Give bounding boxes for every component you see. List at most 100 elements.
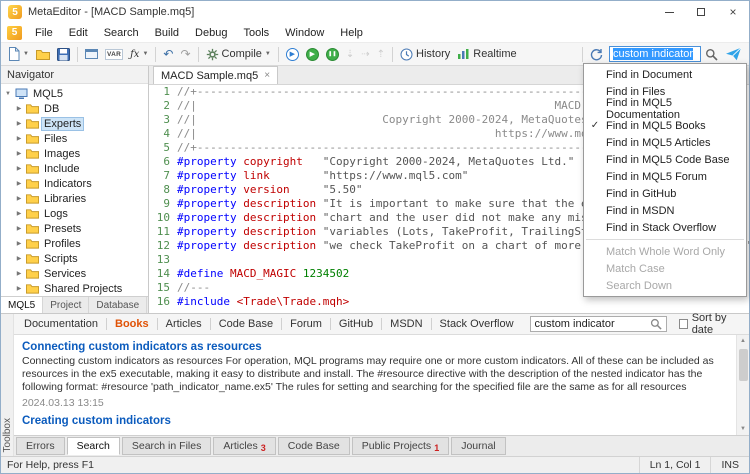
menu-item-find-in-github[interactable]: Find in GitHub	[584, 185, 746, 202]
expand-arrow-icon[interactable]: ▶	[15, 255, 23, 262]
menu-item-match-whole-word-only[interactable]: Match Whole Word Only	[584, 243, 746, 260]
scrollbar-thumb[interactable]	[739, 349, 748, 381]
tree-item-services[interactable]: ▶Services	[1, 266, 148, 281]
toolbox-tab-github[interactable]: GitHub	[333, 316, 379, 332]
expand-arrow-icon[interactable]: ▶	[15, 180, 23, 187]
insert-function-button[interactable]: ƒx ▼	[127, 45, 151, 64]
toolbox-tab-articles[interactable]: Articles	[160, 316, 208, 332]
expand-arrow-icon[interactable]: ▶	[15, 285, 23, 292]
tree-item-presets[interactable]: ▶Presets	[1, 221, 148, 236]
navigator-tab-database[interactable]: Database	[89, 297, 147, 313]
minimize-button[interactable]	[653, 1, 685, 23]
bottom-tab-search[interactable]: Search	[67, 437, 120, 455]
menu-item-find-in-mql5-documentation[interactable]: Find in MQL5 Documentation	[584, 100, 746, 117]
menu-item-find-in-mql5-articles[interactable]: Find in MQL5 Articles	[584, 134, 746, 151]
tree-item-experts[interactable]: ▶Experts	[1, 116, 148, 131]
tree-item-files[interactable]: ▶Files	[1, 131, 148, 146]
mql5-logo-icon[interactable]: 5	[7, 26, 22, 40]
tree-item-libraries[interactable]: ▶Libraries	[1, 191, 148, 206]
toolbox-scrollbar[interactable]: ▲ ▼	[736, 335, 749, 435]
toolbox-tab-books[interactable]: Books	[109, 316, 155, 332]
menu-debug[interactable]: Debug	[187, 23, 235, 43]
maximize-button[interactable]	[685, 1, 717, 23]
toolbar-search-input[interactable]: custom indicator	[609, 46, 701, 62]
menu-item-find-in-mql5-forum[interactable]: Find in MQL5 Forum	[584, 168, 746, 185]
menu-file[interactable]: File	[27, 23, 61, 43]
menu-item-match-case[interactable]: Match Case	[584, 260, 746, 277]
expand-arrow-icon[interactable]: ▶	[15, 225, 23, 232]
redo-button[interactable]: ↷	[177, 45, 193, 64]
bottom-tab-public-projects[interactable]: Public Projects1	[352, 437, 449, 455]
tree-item-profiles[interactable]: ▶Profiles	[1, 236, 148, 251]
debug-start-button[interactable]: ▶	[283, 45, 302, 64]
tree-item-indicators[interactable]: ▶Indicators	[1, 176, 148, 191]
menu-item-find-in-document[interactable]: Find in Document	[584, 66, 746, 83]
menu-search[interactable]: Search	[96, 23, 147, 43]
result-title-link[interactable]: Creating custom indicators	[22, 415, 731, 427]
menu-help[interactable]: Help	[332, 23, 371, 43]
undo-button[interactable]: ↶	[160, 45, 176, 64]
bottom-tab-articles[interactable]: Articles3	[213, 437, 275, 455]
editor-tab-macd-sample[interactable]: MACD Sample.mq5 ×	[153, 66, 278, 84]
toolbox-tab-code-base[interactable]: Code Base	[213, 316, 279, 332]
menu-item-find-in-mql5-code-base[interactable]: Find in MQL5 Code Base	[584, 151, 746, 168]
compile-button[interactable]: Compile ▼	[203, 45, 274, 64]
menu-item-search-down[interactable]: Search Down	[584, 277, 746, 294]
toolbox-tab-forum[interactable]: Forum	[284, 316, 328, 332]
expand-arrow-icon[interactable]: ▶	[15, 105, 23, 112]
step-over-button[interactable]: ⇢	[358, 45, 372, 64]
bottom-tab-journal[interactable]: Journal	[451, 437, 505, 455]
tree-item-db[interactable]: ▶DB	[1, 101, 148, 116]
bottom-tab-errors[interactable]: Errors	[16, 437, 65, 455]
bottom-tab-code-base[interactable]: Code Base	[278, 437, 350, 455]
close-button[interactable]: ×	[717, 1, 749, 23]
expand-arrow-icon[interactable]: ▶	[15, 210, 23, 217]
expand-arrow-icon[interactable]: ▶	[15, 195, 23, 202]
pause-button[interactable]: ❚❚	[323, 45, 342, 64]
toolbox-tab-documentation[interactable]: Documentation	[18, 316, 104, 332]
bottom-tab-search-in-files[interactable]: Search in Files	[122, 437, 211, 455]
save-button[interactable]	[54, 45, 73, 64]
realtime-button[interactable]: Realtime	[454, 45, 519, 64]
step-into-button[interactable]: ⇣	[343, 45, 357, 64]
expand-arrow-icon[interactable]: ▶	[15, 150, 23, 157]
navigator-tab-mql5[interactable]: MQL5	[1, 297, 43, 313]
result-title-link[interactable]: Connecting custom indicators as resource…	[22, 341, 731, 353]
expand-arrow-icon[interactable]: ▶	[15, 270, 23, 277]
history-button[interactable]: History	[397, 45, 453, 64]
tree-item-images[interactable]: ▶Images	[1, 146, 148, 161]
scroll-up-icon[interactable]: ▲	[737, 335, 749, 347]
search-go-button[interactable]	[702, 45, 721, 64]
menu-item-find-in-stack-overflow[interactable]: Find in Stack Overflow	[584, 219, 746, 236]
new-file-button[interactable]: ▼	[5, 45, 32, 64]
tree-item-scripts[interactable]: ▶Scripts	[1, 251, 148, 266]
var-button[interactable]: VAR	[102, 45, 126, 64]
expand-arrow-icon[interactable]: ▶	[15, 240, 23, 247]
tree-item-mql5[interactable]: ▼MQL5	[1, 86, 148, 101]
tree-item-shared-projects[interactable]: ▶Shared Projects	[1, 281, 148, 296]
toolbox-tab-stack-overflow[interactable]: Stack Overflow	[434, 316, 520, 332]
menu-tools[interactable]: Tools	[235, 23, 277, 43]
open-file-button[interactable]	[33, 45, 53, 64]
menu-build[interactable]: Build	[147, 23, 187, 43]
expand-arrow-icon[interactable]: ▶	[15, 120, 23, 127]
code-line[interactable]: 16#include <Trade\Trade.mqh>	[149, 295, 749, 309]
sync-button[interactable]	[587, 45, 606, 64]
menu-edit[interactable]: Edit	[61, 23, 96, 43]
step-out-button[interactable]: ⇡	[374, 45, 388, 64]
menu-window[interactable]: Window	[277, 23, 332, 43]
community-send-button[interactable]	[722, 45, 745, 64]
sort-by-date-checkbox[interactable]: Sort by date	[679, 312, 746, 336]
tree-item-include[interactable]: ▶Include	[1, 161, 148, 176]
tree-item-logs[interactable]: ▶Logs	[1, 206, 148, 221]
debug-history-button[interactable]: ▶	[303, 45, 322, 64]
scroll-down-icon[interactable]: ▼	[737, 423, 749, 435]
toolbox-search-input[interactable]: custom indicator	[530, 316, 667, 332]
menu-item-find-in-msdn[interactable]: Find in MSDN	[584, 202, 746, 219]
expand-arrow-icon[interactable]: ▶	[15, 165, 23, 172]
tab-close-icon[interactable]: ×	[264, 71, 270, 81]
data-window-button[interactable]	[82, 45, 101, 64]
collapse-arrow-icon[interactable]: ▼	[4, 91, 12, 97]
toolbox-tab-msdn[interactable]: MSDN	[384, 316, 428, 332]
expand-arrow-icon[interactable]: ▶	[15, 135, 23, 142]
